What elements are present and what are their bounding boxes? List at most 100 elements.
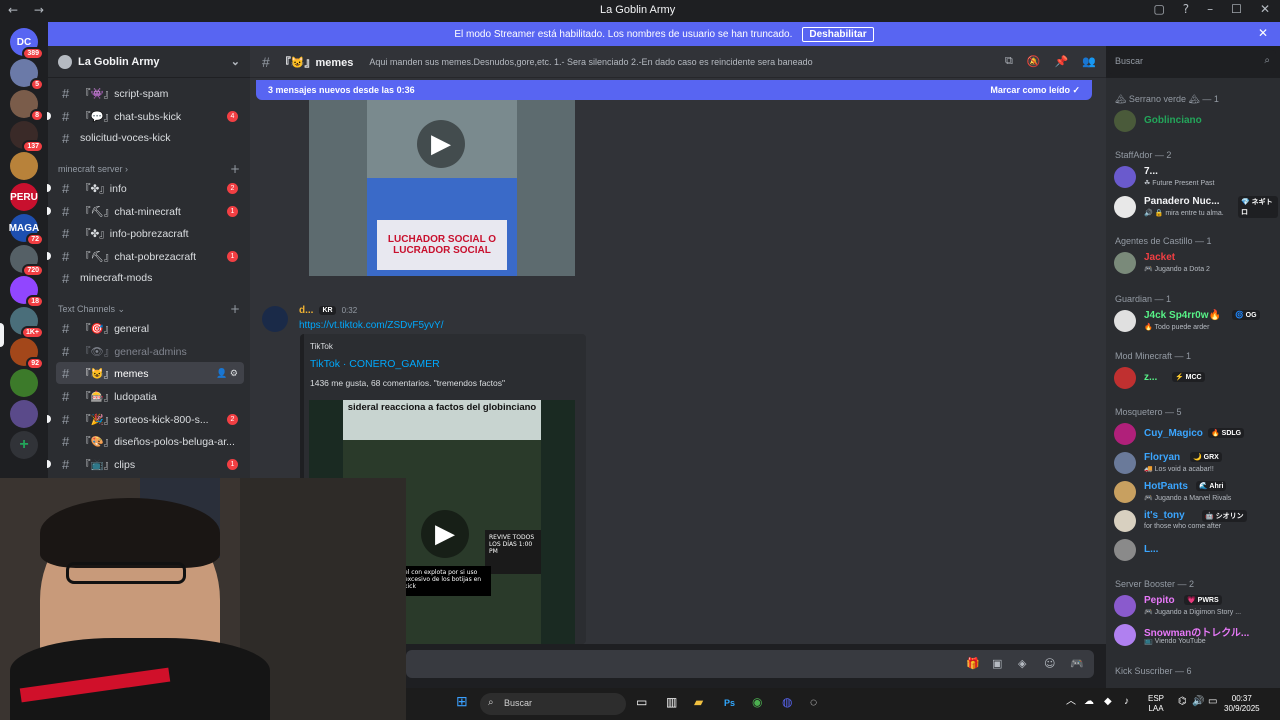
channel-item[interactable]: # 『🎯』general	[56, 317, 244, 339]
channel-label: 『📺』clips	[80, 458, 136, 471]
cloud-icon[interactable]: ☁	[1084, 697, 1094, 707]
close-button[interactable]: ✕	[1260, 2, 1270, 16]
member-item[interactable]: L...	[1114, 537, 1278, 563]
network-icon[interactable]: ⌬	[1178, 697, 1187, 707]
sticker-icon[interactable]: ◈	[1018, 657, 1026, 670]
start-icon[interactable]: ⊞	[456, 693, 468, 710]
taskbar-search[interactable]: ⌕ Buscar	[480, 693, 626, 715]
threads-icon[interactable]: ⧉	[1005, 55, 1013, 68]
play-icon[interactable]: ▶	[417, 120, 465, 168]
channel-item[interactable]: # 『✤』info 2	[56, 177, 244, 199]
window-controls: ▢? – ☐ ✕	[1153, 2, 1270, 16]
mark-read-button[interactable]: Marcar como leído ✓	[990, 85, 1080, 96]
member-item[interactable]: it's_tony for those who come after 🤖 シオリン	[1114, 508, 1278, 534]
language-indicator[interactable]: ESP LAA	[1148, 694, 1164, 714]
server-icon[interactable]: DC 389	[10, 28, 44, 60]
add-channel-icon[interactable]: +	[230, 302, 240, 316]
member-item[interactable]: HotPants 🎮 Jugando a Marvel Rivals 🌊 Ahri	[1114, 479, 1278, 505]
help-icon[interactable]: ?	[1183, 2, 1189, 16]
channel-item[interactable]: # 『😺』memes 👤 ⚙	[56, 362, 244, 384]
member-item[interactable]: Jacket 🎮 Jugando a Dota 2	[1114, 250, 1278, 276]
channel-item[interactable]: # 『⛏』chat-pobrezacraft 1	[56, 245, 244, 267]
channel-item[interactable]: # minecraft-mods	[56, 267, 244, 289]
channel-item[interactable]: # 『✤』info-pobrezacraft	[56, 222, 244, 244]
member-item[interactable]: Panadero Nuc... 🔊 🔒 mira entre tu alma. 💎 …	[1114, 194, 1278, 220]
app-icon[interactable]: ▥	[666, 695, 677, 709]
add-server-button[interactable]: +	[10, 431, 38, 459]
gif-icon[interactable]: ▣	[992, 657, 1002, 670]
member-item[interactable]: Floryan 🚚 Los void a acabar!! 🌙 GRX	[1114, 450, 1278, 476]
channel-item[interactable]: # 『🎰』ludopatia	[56, 385, 244, 407]
members-icon[interactable]: 👥	[1082, 55, 1096, 68]
minimize-button[interactable]: –	[1207, 2, 1213, 16]
channel-item[interactable]: # solicitud-voces-kick	[56, 127, 244, 149]
channel-item[interactable]: # 『⛏』chat-minecraft 1	[56, 200, 244, 222]
chrome-icon[interactable]: ◉	[752, 695, 762, 709]
member-item[interactable]: Pepito 🎮 Jugando a Digimon Story ... 💗 PWR…	[1114, 593, 1278, 619]
search-input[interactable]: Buscar ⌕	[1108, 50, 1276, 74]
member-item[interactable]: J4ck Sp4rr0w🔥 🔥 Todo puede arder 🌀 OG	[1114, 308, 1278, 334]
video-attachment[interactable]: LUCHADOR SOCIAL O LUCRADOR SOCIAL ▶	[309, 100, 575, 276]
server-header[interactable]: La Goblin Army ⌄	[48, 46, 250, 78]
message-link[interactable]: https://vt.tiktok.com/ZSDvF5yvY/	[299, 320, 443, 331]
app-icon[interactable]: ◌	[810, 695, 817, 709]
play-icon[interactable]: ▶	[421, 510, 469, 558]
channel-item[interactable]: # 『💬』chat-subs-kick 4	[56, 105, 244, 127]
emoji-icon[interactable]: ☺	[1044, 657, 1055, 670]
chevron-up-icon[interactable]: ︿	[1066, 697, 1076, 707]
clock[interactable]: 00:37 30/9/2025	[1224, 694, 1260, 714]
folder-icon[interactable]: ▰	[694, 695, 703, 709]
server-icon[interactable]: 5	[10, 59, 44, 91]
chevron-down-icon[interactable]: ⌄	[231, 55, 240, 68]
close-icon[interactable]: ✕	[1258, 26, 1268, 40]
maximize-button[interactable]: ☐	[1231, 2, 1242, 16]
member-item[interactable]: z... ⚡ MCC	[1114, 365, 1278, 391]
channel-settings-icon[interactable]: 👤 ⚙	[216, 368, 238, 379]
volume-icon[interactable]: 🔊	[1192, 697, 1204, 707]
member-item[interactable]: 7... ☘ Future Present Past	[1114, 164, 1278, 190]
nav-arrows[interactable]: ← →	[8, 3, 50, 17]
channel-item[interactable]: # 『🎨』diseños-polos-beluga-ar...	[56, 430, 244, 452]
server-icon[interactable]: 137	[10, 121, 44, 153]
app-tray-icon[interactable]: ◆	[1104, 697, 1112, 707]
battery-icon[interactable]: ▭	[1208, 697, 1217, 707]
discord-icon[interactable]: ◍	[782, 695, 792, 709]
server-icon[interactable]: 18	[10, 276, 44, 308]
server-icon[interactable]: 1K+	[10, 307, 44, 339]
server-icon[interactable]	[10, 400, 38, 428]
server-icon[interactable]	[10, 152, 38, 180]
server-icon[interactable]: 92	[10, 338, 44, 370]
channel-item[interactable]: # 『👁』general-admins	[56, 340, 244, 362]
channel-item[interactable]: # 『👾』script-spam	[56, 82, 244, 104]
member-item[interactable]: Cuy_Magico 🔥 SDLG	[1114, 421, 1278, 447]
mute-icon[interactable]: 🔕	[1027, 55, 1041, 68]
category-minecraft[interactable]: minecraft server ›	[58, 164, 128, 174]
channel-topic[interactable]: Aqui manden sus memes.Desnudos,gore,etc.…	[369, 57, 812, 67]
server-icon[interactable]: 720	[10, 245, 44, 277]
category-text-channels[interactable]: Text Channels ⌄	[58, 304, 125, 315]
add-channel-icon[interactable]: +	[230, 162, 240, 176]
member-item[interactable]: Goblinciano	[1114, 108, 1278, 134]
channel-item[interactable]: # 『🎉』sorteos-kick-800-s... 2	[56, 408, 244, 430]
embed-title[interactable]: TikTok · CONERO_GAMER	[310, 358, 440, 370]
mic-icon[interactable]: ♪	[1124, 697, 1129, 707]
inbox-icon[interactable]: ▢	[1153, 2, 1164, 16]
gift-icon[interactable]: 🎁	[966, 657, 980, 670]
taskview-icon[interactable]: ▭	[636, 695, 647, 709]
server-icon[interactable]: PERU	[10, 183, 38, 211]
photoshop-icon[interactable]: Ps	[724, 698, 735, 708]
pin-icon[interactable]: 📌	[1055, 55, 1069, 68]
message-author[interactable]: d...	[299, 305, 313, 316]
message-composer[interactable]: 🎁 ▣ ◈ ☺ 🎮	[406, 650, 1094, 678]
apps-icon[interactable]: 🎮	[1070, 657, 1084, 670]
channel-item[interactable]: # 『📺』clips 1	[56, 453, 244, 475]
avatar[interactable]	[262, 306, 288, 332]
server-icon[interactable]	[10, 369, 38, 397]
server-icon[interactable]: 8	[10, 90, 44, 122]
server-icon[interactable]: MAGA 72	[9, 214, 44, 246]
unread-badge: 92	[26, 357, 44, 370]
new-messages-bar[interactable]: 3 mensajes nuevos desde las 0:36 Marcar …	[256, 80, 1092, 100]
disable-button[interactable]: Deshabilitar	[802, 26, 874, 42]
member-item[interactable]: Snowmanのトレクル... 📺 Viendo YouTube	[1114, 622, 1278, 648]
unread-badge: 1	[227, 458, 238, 470]
